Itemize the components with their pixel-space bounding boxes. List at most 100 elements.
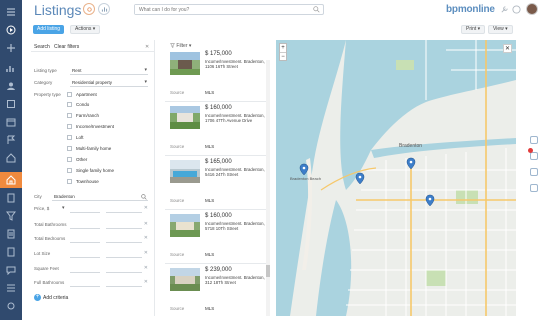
- range-min-input[interactable]: [70, 221, 100, 229]
- listing-price: $ 160,000: [205, 213, 232, 219]
- accounts-icon[interactable]: [5, 98, 17, 110]
- listing-card[interactable]: $ 160,000 Income/Investment. Bradenton, …: [165, 102, 268, 156]
- city-value[interactable]: Bradenton: [52, 193, 148, 201]
- clear-filters-link[interactable]: Clear filters: [54, 44, 79, 50]
- listing-description: Income/Investment. Bradenton, 1706 47Th …: [205, 113, 265, 124]
- checkbox-single-family[interactable]: Single family home: [67, 167, 147, 175]
- listing-card[interactable]: $ 160,000 Income/Investment. Bradenton, …: [165, 210, 268, 264]
- funnel-icon[interactable]: [5, 210, 17, 222]
- view-button[interactable]: View ▾: [488, 25, 513, 34]
- map[interactable]: Bradenton Bradenton Beach + − ✕: [276, 40, 516, 316]
- clear-icon[interactable]: ✕: [144, 205, 148, 211]
- actions-button[interactable]: Actions ▾: [70, 25, 101, 34]
- search-input[interactable]: [135, 5, 305, 14]
- gear-icon[interactable]: [83, 3, 95, 15]
- add-listing-button[interactable]: Add listing: [33, 25, 65, 34]
- book-icon[interactable]: [5, 246, 17, 258]
- property-photo[interactable]: [170, 268, 200, 291]
- settings-icon[interactable]: [5, 300, 17, 312]
- phone-icon[interactable]: [530, 168, 538, 176]
- contact-icon[interactable]: [5, 80, 17, 92]
- checkbox-townhouse[interactable]: Townhouse: [67, 178, 147, 186]
- category-field[interactable]: Category Residential property ▾: [34, 79, 150, 87]
- map-close-button[interactable]: ✕: [503, 44, 512, 53]
- property-photo[interactable]: [170, 106, 200, 129]
- clear-icon[interactable]: ✕: [144, 279, 148, 285]
- price-field[interactable]: Price, $ ▾ ✕: [34, 205, 150, 213]
- flag-icon[interactable]: [5, 134, 17, 146]
- search-icon[interactable]: [141, 194, 147, 200]
- range-max-input[interactable]: [106, 221, 142, 229]
- checkbox-apartment[interactable]: Apartment: [67, 91, 147, 99]
- range-full-bathrooms[interactable]: Full Bathrooms ✕: [34, 279, 150, 287]
- property-photo[interactable]: [170, 214, 200, 237]
- range-square-feet[interactable]: Square Feet ✕: [34, 265, 150, 273]
- city-field[interactable]: City Bradenton: [34, 193, 150, 201]
- property-photo[interactable]: [170, 160, 200, 183]
- listing-type-value[interactable]: Rent: [70, 67, 148, 75]
- chevron-down-icon[interactable]: ▾: [144, 79, 147, 85]
- invoice-icon[interactable]: [5, 228, 17, 240]
- checkbox-condo[interactable]: Condo: [67, 101, 147, 109]
- range-min-input[interactable]: [70, 265, 100, 273]
- listing-card[interactable]: $ 239,000 Income/Investment. Bradenton, …: [165, 264, 268, 316]
- search-tab[interactable]: Search: [34, 44, 50, 50]
- print-button[interactable]: Print ▾: [461, 25, 486, 34]
- listings-nav-icon[interactable]: [0, 172, 22, 188]
- plus-icon[interactable]: [5, 42, 17, 54]
- list-icon[interactable]: [5, 282, 17, 294]
- zoom-out-button[interactable]: −: [280, 52, 286, 60]
- menu-icon[interactable]: [5, 6, 17, 18]
- zoom-control[interactable]: + −: [279, 43, 287, 61]
- range-total-bedrooms[interactable]: Total Bedrooms ✕: [34, 235, 150, 243]
- range-max-input[interactable]: [106, 235, 142, 243]
- chart-icon[interactable]: [5, 62, 17, 74]
- checkbox-multi-family[interactable]: Multi-family home: [67, 145, 147, 153]
- calendar-icon[interactable]: [5, 116, 17, 128]
- checkbox-other[interactable]: Other: [67, 156, 147, 164]
- notes-icon[interactable]: [530, 136, 538, 144]
- clear-icon[interactable]: ✕: [144, 235, 148, 241]
- range-min-input[interactable]: [70, 235, 100, 243]
- play-icon[interactable]: [5, 24, 17, 36]
- range-label: Total Bathrooms: [34, 222, 67, 227]
- chat-icon[interactable]: [5, 264, 17, 276]
- property-photo[interactable]: [170, 52, 200, 75]
- range-lot-size[interactable]: Lot Size ✕: [34, 250, 150, 258]
- price-max-input[interactable]: [106, 205, 142, 213]
- checkbox-income-investment[interactable]: Income/Investment: [67, 123, 147, 131]
- search-icon[interactable]: [313, 6, 320, 13]
- email-icon[interactable]: [530, 184, 538, 192]
- listing-card[interactable]: $ 175,000 Income/Investment. Bradenton, …: [165, 48, 268, 102]
- command-search[interactable]: [134, 4, 324, 15]
- listing-description: Income/Investment. Bradenton, 1106 16Th …: [205, 59, 265, 70]
- close-icon[interactable]: ✕: [145, 44, 149, 50]
- range-min-input[interactable]: [70, 250, 100, 258]
- clear-icon[interactable]: ✕: [144, 221, 148, 227]
- range-min-input[interactable]: [70, 279, 100, 287]
- category-value[interactable]: Residential property: [70, 79, 148, 87]
- analytics-icon[interactable]: [98, 3, 110, 15]
- listing-card[interactable]: $ 165,000 Income/Investment. Bradenton, …: [165, 156, 268, 210]
- chevron-down-icon[interactable]: ▾: [62, 205, 65, 211]
- range-max-input[interactable]: [106, 279, 142, 287]
- add-criteria-button[interactable]: + Add criteria: [34, 294, 68, 301]
- clear-icon[interactable]: ✕: [144, 265, 148, 271]
- zoom-in-button[interactable]: +: [280, 44, 286, 52]
- wrench-icon[interactable]: [500, 5, 509, 14]
- help-icon[interactable]: [512, 5, 521, 14]
- range-max-input[interactable]: [106, 250, 142, 258]
- notification-icon[interactable]: [530, 152, 538, 160]
- listing-type-field[interactable]: Listing type Rent ▾: [34, 67, 150, 75]
- checkbox-farm-ranch[interactable]: Farm/ranch: [67, 112, 147, 120]
- range-max-input[interactable]: [106, 265, 142, 273]
- home-icon[interactable]: [5, 152, 17, 164]
- document-icon[interactable]: [5, 192, 17, 204]
- range-total-bathrooms[interactable]: Total Bathrooms ✕: [34, 221, 150, 229]
- checkbox-loft[interactable]: Loft: [67, 134, 147, 142]
- price-min-input[interactable]: [70, 205, 100, 213]
- listings-scrollbar[interactable]: [266, 60, 270, 316]
- clear-icon[interactable]: ✕: [144, 250, 148, 256]
- chevron-down-icon[interactable]: ▾: [144, 67, 147, 73]
- scroll-thumb[interactable]: [266, 265, 270, 277]
